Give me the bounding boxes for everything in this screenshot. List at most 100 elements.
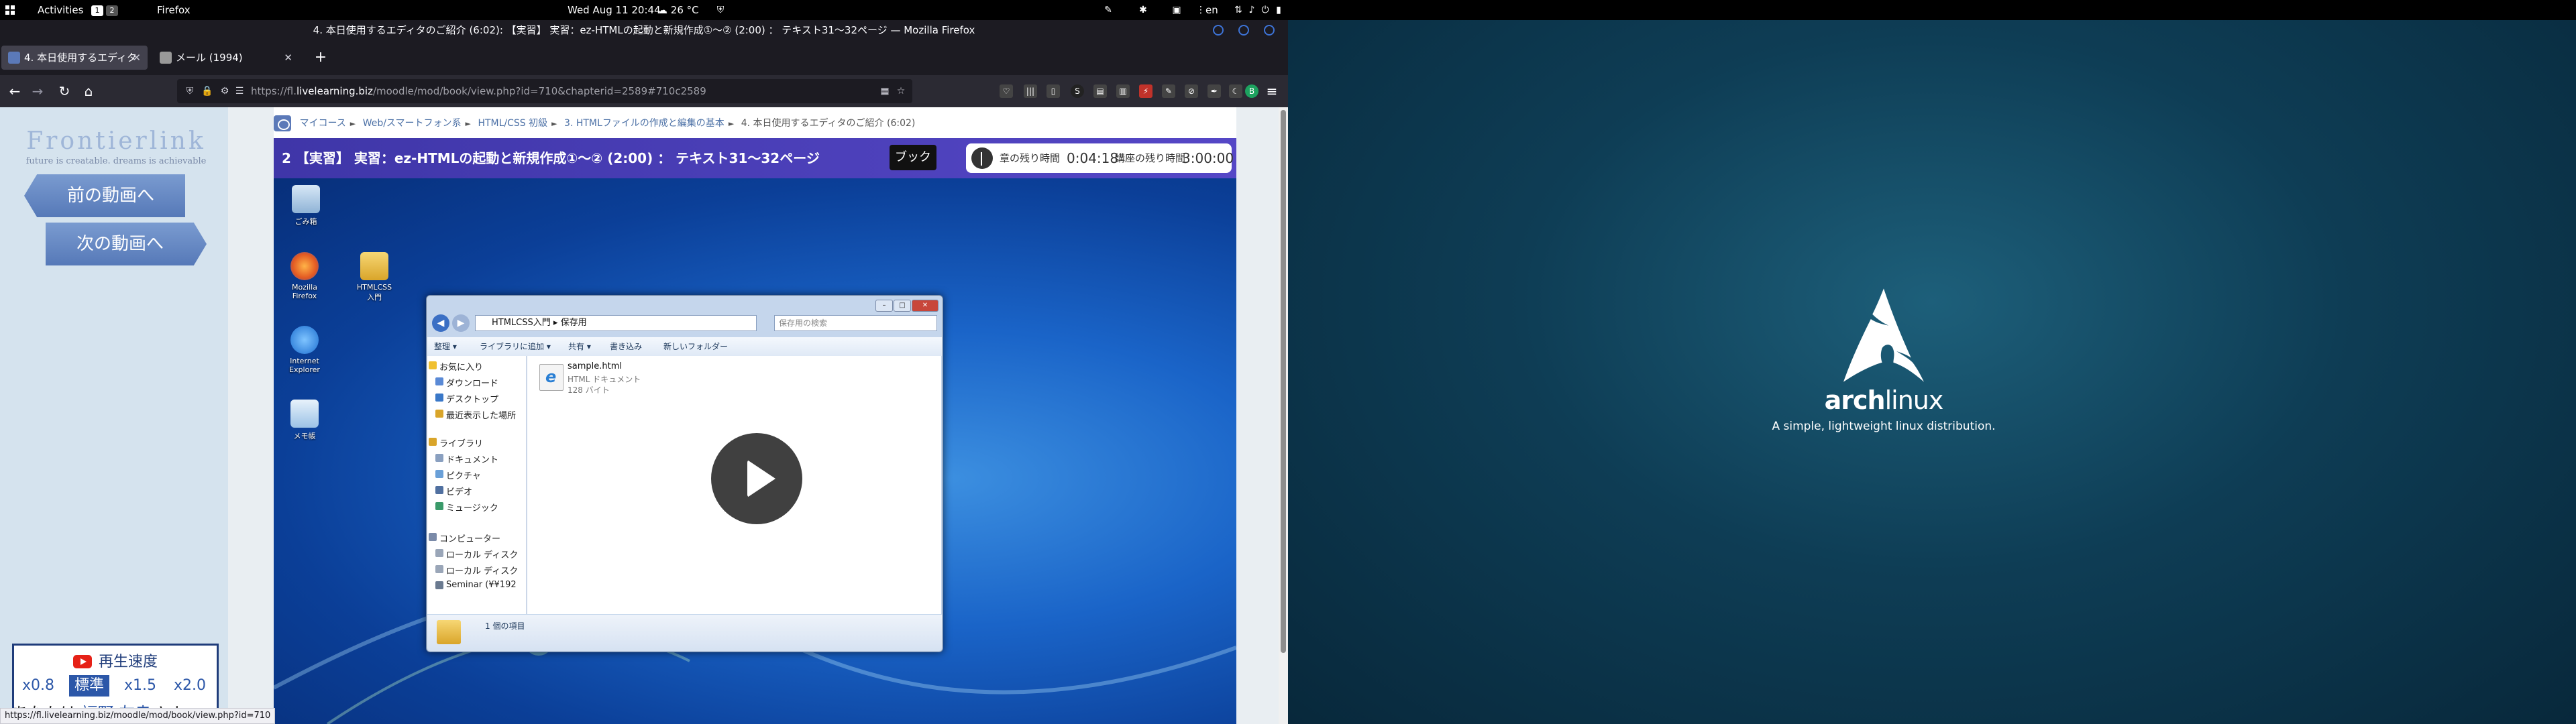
library-folder-icon [429, 438, 437, 446]
clock-icon [971, 147, 993, 169]
close-window-button[interactable] [1264, 25, 1275, 36]
nav-item: ドキュメント [435, 452, 498, 465]
lock-icon[interactable]: 🔒 [201, 85, 213, 97]
video-player[interactable]: ごみ箱 Mozilla Firefox HTMLCSS入門 Internet E… [274, 178, 1236, 724]
desktop-icon-label: ごみ箱 [294, 217, 317, 226]
workspace-1[interactable]: 1 [91, 5, 103, 16]
shield-icon[interactable]: ⛨ [715, 5, 726, 15]
windows-icon[interactable]: ▣ [1171, 5, 1182, 15]
nav-item: 最近表示した場所 [435, 408, 517, 421]
reload-button[interactable]: ↻ [54, 80, 75, 102]
breadcrumb-sep-icon: ► [465, 119, 471, 128]
workspace-indicator[interactable]: 12 [91, 0, 121, 20]
pen-icon[interactable]: ✎ [1103, 5, 1114, 15]
speed-option-normal[interactable]: 標準 [69, 675, 109, 697]
extension-grey-icon[interactable]: ⊘ [1185, 84, 1198, 98]
gnome-top-bar: Activities 12 Firefox Wed Aug 11 20:44 ☁… [0, 0, 2576, 20]
keyboard-layout[interactable]: en [1205, 0, 1218, 20]
nav-item: ローカル ディスク [435, 548, 518, 560]
extension-dark-icon[interactable]: ☾ [1229, 84, 1242, 98]
explorer-toolbar: 整理 ▾ ライブラリに追加 ▾ 共有 ▾ 書き込み 新しいフォルダー [427, 337, 942, 356]
course-time-label: 講座の残り時間 [1115, 152, 1186, 164]
permissions-icon[interactable]: ⚙ [219, 85, 231, 97]
logo-name: Frontierlink [26, 127, 206, 155]
breadcrumb-sep-icon: ► [551, 119, 557, 128]
recycle-bin-icon [292, 185, 320, 213]
volume-icon[interactable]: ♪ [1246, 5, 1257, 15]
breadcrumb-item[interactable]: マイコース [299, 118, 345, 129]
new-tab-button[interactable]: + [309, 46, 333, 70]
nav-item-label: 最近表示した場所 [446, 411, 517, 421]
tab-mail[interactable]: メール (1994) ✕ [153, 46, 299, 70]
weather-indicator[interactable]: ☁ 26 °C [657, 0, 699, 20]
app-grid-icon[interactable] [5, 0, 15, 20]
window-title: 4. 本日使用するエディタのご紹介 (6:02): 【実習】 実習：ez-HTM… [313, 24, 975, 36]
network-icon[interactable]: ⇅ [1233, 5, 1244, 15]
home-button[interactable]: ⌂ [78, 80, 99, 102]
app-menu-icon[interactable]: ≡ [1261, 80, 1283, 102]
page-scrollbar[interactable] [1279, 107, 1288, 724]
explorer-minimize-icon: – [875, 300, 893, 312]
extension-quill-icon[interactable]: ✒ [1208, 84, 1221, 98]
html-file-icon [539, 364, 564, 391]
close-tab-icon[interactable]: ✕ [132, 46, 141, 70]
forward-button[interactable]: → [27, 80, 48, 102]
speed-option-1.5[interactable]: x1.5 [121, 675, 159, 697]
desktop-icon-htmlcss-folder[interactable]: HTMLCSS入門 [354, 252, 394, 302]
reader-icon[interactable]: ☰ [233, 85, 246, 97]
dots-icon[interactable]: ⋮ [1195, 5, 1206, 15]
folder-icon [360, 252, 388, 280]
qr-icon[interactable]: ▦ [879, 85, 891, 97]
toolbar-burn: 書き込み [610, 342, 643, 351]
extension-pdf-icon[interactable]: ⚡ [1139, 84, 1152, 98]
url-bar[interactable]: ⛨ 🔒 ⚙ ☰ https://fl.livelearning.biz/mood… [177, 79, 912, 103]
extension-note-icon[interactable]: ▥ [1116, 84, 1130, 98]
desktop-icon-ie[interactable]: Internet Explorer [284, 326, 325, 374]
sidebar-icon[interactable]: ▯ [1046, 84, 1060, 98]
clock[interactable]: Wed Aug 11 20:44 [568, 0, 661, 20]
bookmark-star-icon[interactable]: ☆ [895, 85, 907, 97]
maximize-button[interactable] [1238, 25, 1249, 36]
course-time-value: 3:00:00 [1182, 150, 1234, 166]
book-button[interactable]: ブック [890, 145, 936, 170]
path-segment: 保存用 [560, 318, 587, 328]
home-icon[interactable] [274, 115, 291, 131]
frontierlink-logo[interactable]: Frontierlink future is creatable. dreams… [12, 127, 220, 166]
pocket-icon[interactable]: ♡ [1000, 84, 1013, 98]
breadcrumb-item[interactable]: HTML/CSS 初級 [478, 118, 547, 129]
back-button[interactable]: ← [4, 80, 25, 102]
play-button[interactable] [711, 433, 802, 524]
breadcrumb-item[interactable]: Web/スマートフォン系 [363, 118, 462, 129]
app-menu[interactable]: Firefox [157, 0, 191, 20]
desktop-icon-recycle-bin[interactable]: ごみ箱 [286, 185, 326, 227]
nav-item: Seminar (¥¥192 [435, 580, 517, 590]
desktop-icon-firefox[interactable]: Mozilla Firefox [284, 252, 325, 300]
battery-icon[interactable]: ▮ [1273, 5, 1284, 15]
arch-wordmark: archlinux [1288, 385, 2479, 415]
activities-button[interactable]: Activities [38, 0, 83, 20]
puzzle-icon[interactable]: ✱ [1138, 5, 1148, 15]
power-icon[interactable]: ⏻ [1260, 5, 1271, 15]
close-tab-icon[interactable]: ✕ [284, 46, 292, 70]
scrollbar-thumb[interactable] [1281, 110, 1286, 653]
prev-video-button[interactable]: 前の動画へ [24, 174, 185, 217]
workspace-2[interactable]: 2 [106, 5, 118, 16]
music-icon [435, 502, 443, 510]
speed-option-0.8[interactable]: x0.8 [21, 675, 56, 697]
extension-s-icon[interactable]: S [1071, 84, 1084, 98]
desktop-icon-notepad[interactable]: メモ帳 [284, 400, 325, 441]
breadcrumb-item[interactable]: 3. HTMLファイルの作成と編集の基本 [564, 118, 724, 129]
library-icon[interactable]: ||| [1024, 84, 1037, 98]
nav-item: ピクチャ [435, 469, 481, 481]
window-titlebar: 4. 本日使用するエディタのご紹介 (6:02): 【実習】 実習：ez-HTM… [0, 20, 1288, 40]
extension-pen-icon[interactable]: ✎ [1162, 84, 1175, 98]
next-video-button[interactable]: 次の動画へ [46, 223, 207, 265]
tracking-shield-icon[interactable]: ⛨ [184, 85, 196, 97]
url-path: /moodle/mod/book/view.php?id=710&chapter… [372, 85, 706, 97]
speed-option-2.0[interactable]: x2.0 [170, 675, 210, 697]
minimize-button[interactable] [1213, 25, 1224, 36]
breadcrumb: マイコース ► Web/スマートフォン系 ► HTML/CSS 初級 ► 3. HTM… [274, 115, 915, 131]
extension-green-icon[interactable]: B [1245, 84, 1258, 98]
extension-doc-icon[interactable]: ▤ [1093, 84, 1107, 98]
tab-active[interactable]: 4. 本日使用するエディタ ✕ [1, 46, 148, 70]
